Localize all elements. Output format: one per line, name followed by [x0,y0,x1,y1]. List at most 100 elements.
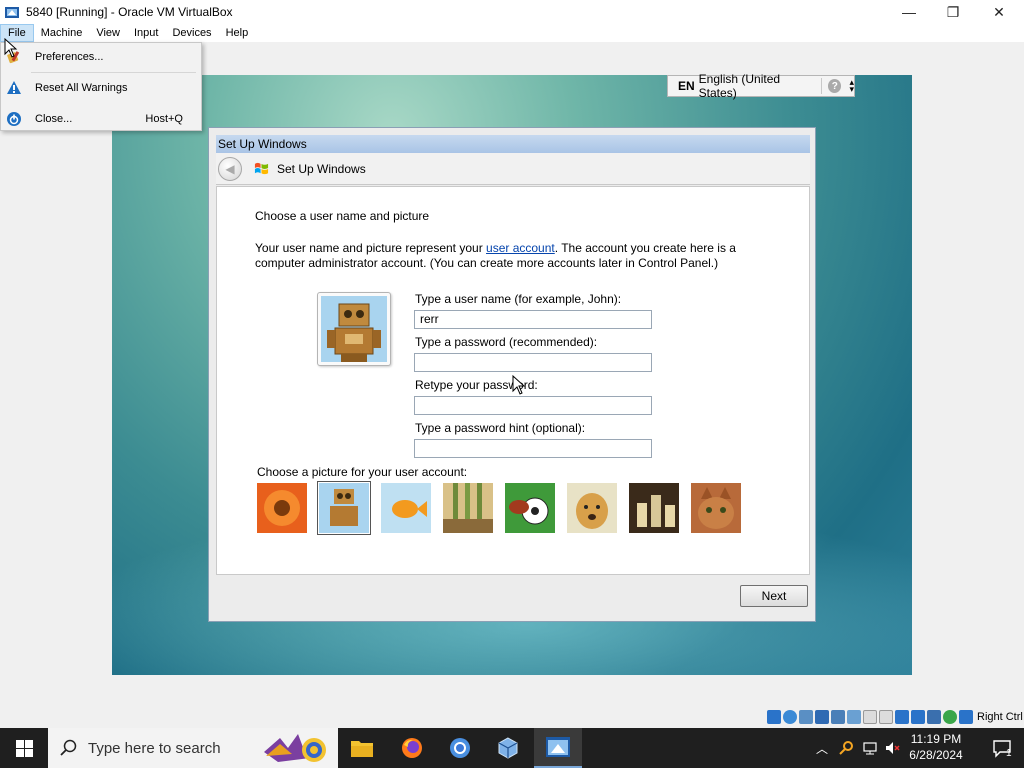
file-menu: Preferences... Reset All Warnings Close.… [0,42,202,131]
menu-view[interactable]: View [89,24,127,42]
search-placeholder: Type here to search [88,739,221,757]
next-button[interactable]: Next [740,585,808,607]
menu-input[interactable]: Input [127,24,165,42]
notification-center-button[interactable]: 1 [980,728,1024,768]
chrome-icon [450,738,470,758]
vm-status-bar: Right Ctrl [0,708,1024,728]
picture-robot[interactable] [317,481,371,535]
language-bar: EN English (United States) ? ▴ ▾ [667,72,855,100]
menu-item-preferences[interactable]: Preferences... [1,46,201,68]
search-highlight-icon [264,734,326,762]
power-icon [6,111,22,127]
picture-bamboo[interactable] [443,483,493,533]
monitor-icon[interactable] [895,710,909,724]
dialog-header-title: Set Up Windows [277,161,366,176]
close-button[interactable]: ✕ [976,0,1022,24]
langbar-options-icon[interactable]: ▴ ▾ [849,78,854,94]
virtualbox-icon [5,7,19,18]
menu-item-shortcut: Host+Q [145,113,183,125]
chevron-up-icon: ︿ [815,741,828,756]
network-icon[interactable] [815,710,829,724]
virtualbox-cube-icon [498,737,518,759]
file-explorer-taskbar-button[interactable] [338,728,386,768]
window-title: 5840 [Running] - Oracle VM VirtualBox [26,5,233,19]
virtualbox-manager-taskbar-button[interactable] [484,728,532,768]
show-hidden-icons-button[interactable]: ︿ [812,728,832,768]
picture-label: Choose a picture for your user account: [257,465,468,479]
menu-divider [31,72,196,73]
chrome-taskbar-button[interactable] [436,728,484,768]
windows-logo-icon [15,739,33,757]
firefox-icon [402,738,422,758]
shared-folders-icon[interactable] [847,710,861,724]
cpu-icon[interactable] [927,710,941,724]
audio-icon[interactable] [799,710,813,724]
menu-item-label: Preferences... [35,51,104,63]
windows-taskbar: Type here to search ︿ 11:19 PM 6/28/2024 [0,728,1024,768]
picture-fish[interactable] [381,483,431,533]
back-button[interactable]: ◀ [218,156,242,181]
password-input[interactable] [414,353,652,372]
menu-help[interactable]: Help [219,24,256,42]
menu-item-close[interactable]: Close... Host+Q [1,108,201,130]
password-hint-input[interactable] [414,439,652,458]
usb-icon[interactable] [831,710,845,724]
menu-item-label: Reset All Warnings [35,82,128,94]
vm-window-icon [546,737,570,757]
picture-chess[interactable] [629,483,679,533]
taskbar-clock[interactable]: 11:19 PM 6/28/2024 [896,731,976,763]
dialog-caption: Set Up Windows [216,135,810,153]
username-input[interactable]: rerr [414,310,652,329]
desc-text-1: Your user name and picture represent you… [255,241,487,255]
firefox-taskbar-button[interactable] [388,728,436,768]
language-code[interactable]: EN [678,79,695,93]
guest-mouse-cursor-icon [512,375,526,395]
notification-count: 1 [1006,748,1012,759]
language-name[interactable]: English (United States) [699,72,816,100]
picture-flower[interactable] [257,483,307,533]
picture-dog[interactable] [567,483,617,533]
vm-status-icons [767,710,975,724]
password-hint-label: Type a password hint (optional): [415,421,586,435]
tray-app-icon[interactable] [836,728,856,768]
selected-avatar [317,292,391,366]
optical-drive-icon[interactable] [783,710,797,724]
host-mouse-cursor-icon [4,38,18,58]
hard-disk-icon[interactable] [767,710,781,724]
help-icon[interactable]: ? [828,79,842,93]
network-status-icon [863,742,877,755]
taskbar-search[interactable]: Type here to search [48,728,338,768]
picture-cat[interactable] [691,483,741,533]
password-label: Type a password (recommended): [415,335,598,349]
page-description: Your user name and picture represent you… [255,241,775,271]
network-tray-icon[interactable] [860,728,880,768]
picture-soccer[interactable] [505,483,555,533]
retype-password-input[interactable] [414,396,652,415]
dialog-header: ◀ Set Up Windows [216,153,810,185]
vm-window-taskbar-button[interactable] [534,728,582,768]
search-icon [60,739,77,756]
window-titlebar: 5840 [Running] - Oracle VM VirtualBox — … [0,0,1024,24]
user-account-link[interactable]: user account [486,241,555,255]
mouse-integration-icon[interactable] [959,710,973,724]
warning-icon [6,80,22,96]
menubar: File Machine View Input Devices Help [0,24,1024,42]
minimize-button[interactable]: — [886,0,932,24]
recording-icon[interactable] [911,710,925,724]
menu-devices[interactable]: Devices [165,24,218,42]
menu-item-reset-warnings[interactable]: Reset All Warnings [1,77,201,99]
start-button[interactable] [0,728,48,768]
menu-machine[interactable]: Machine [34,24,90,42]
back-arrow-icon: ◀ [225,161,235,176]
dialog-footer: Next [216,575,810,615]
page-heading: Choose a user name and picture [255,209,430,223]
guest-additions-icon[interactable] [943,710,957,724]
display-icon[interactable] [863,710,877,724]
menu-item-label: Close... [35,113,73,125]
host-key-label: Right Ctrl [977,711,1023,723]
langbar-separator [821,78,823,94]
video-capture-icon[interactable] [879,710,893,724]
windows-flag-icon [254,162,269,175]
restore-button[interactable]: ❐ [930,0,976,24]
robot-avatar-image [321,296,387,362]
